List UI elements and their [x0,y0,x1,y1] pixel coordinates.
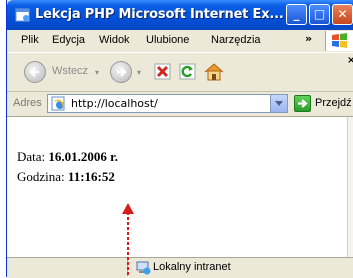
window-title: Lekcja PHP Microsoft Internet Ex... [35,7,284,22]
address-label: Adres [13,97,42,109]
address-url: http://localhost/ [71,97,158,110]
home-icon[interactable] [203,62,224,82]
refresh-icon[interactable] [178,62,198,82]
address-input[interactable]: http://localhost/ [47,94,288,113]
toolbar-close-icon[interactable]: × [347,55,353,66]
minimize-button[interactable]: _ [286,4,307,25]
stop-icon[interactable] [153,62,173,82]
ie-page-icon [15,8,30,22]
go-button-label[interactable]: Przejdź [315,97,352,109]
page-content: Data: 16.01.2006 r. Godzina: 11:16:52 [7,117,349,257]
address-dropdown-icon[interactable] [270,95,287,112]
standard-toolbar: Wstecz ▾ ▾ × [7,53,353,92]
status-bar: Lokalny intranet [7,257,353,278]
date-value: 16.01.2006 r. [48,149,118,164]
menu-overflow-chevron-icon[interactable]: » [305,32,312,45]
address-bar: Adres http://localhost/ Przejdź [7,92,353,117]
close-button[interactable]: ✕ [332,4,353,25]
time-label: Godzina: [17,169,65,184]
forward-arrow-icon[interactable] [110,61,132,83]
page-icon [51,96,65,111]
title-bar[interactable]: Lekcja PHP Microsoft Internet Ex... _ □ … [7,0,353,30]
menu-edycja[interactable]: Edycja [52,34,85,46]
back-button-label[interactable]: Wstecz [52,65,88,77]
go-arrow-icon[interactable] [294,95,311,112]
date-line: Data: 16.01.2006 r. [17,149,118,165]
time-line: Godzina: 11:16:52 [17,169,115,185]
forward-dropdown-icon[interactable]: ▾ [137,68,141,77]
intranet-zone-icon [136,261,151,275]
menu-plik[interactable]: Plik [21,34,39,46]
back-dropdown-icon[interactable]: ▾ [95,68,99,77]
security-zone-label: Lokalny intranet [153,261,231,273]
browser-window: Lekcja PHP Microsoft Internet Ex... _ □ … [6,0,353,278]
menu-ulubione[interactable]: Ulubione [146,34,189,46]
time-value: 11:16:52 [67,169,115,184]
annotation-arrow-icon [122,203,134,277]
menu-narzedzia[interactable]: Narzędzia [211,34,261,46]
vertical-scrollbar[interactable] [347,117,353,257]
date-label: Data: [17,149,46,164]
maximize-button[interactable]: □ [309,4,330,25]
windows-logo-icon [325,31,353,51]
back-arrow-icon[interactable] [24,61,46,83]
menu-bar: Plik Edycja Widok Ulubione Narzędzia » [7,30,353,53]
menu-widok[interactable]: Widok [99,34,130,46]
